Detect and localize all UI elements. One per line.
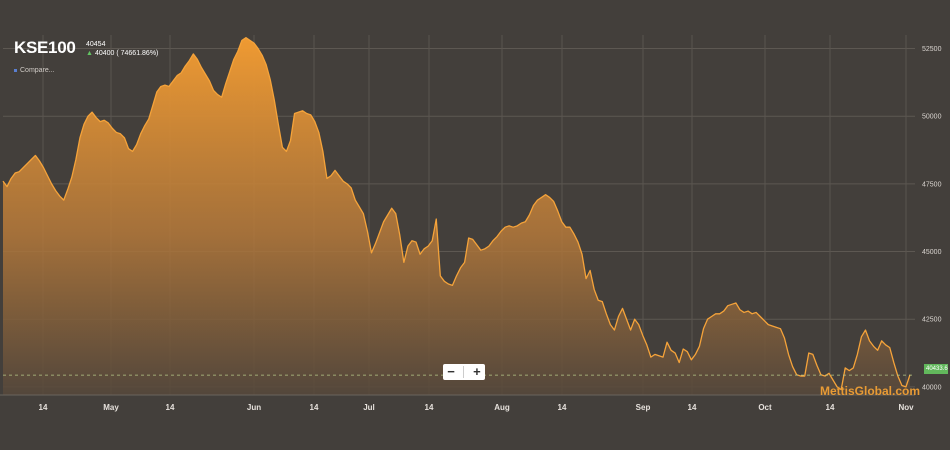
chart-header: KSE100 40454 ▲ 40400 ( 74661.86%) [14,38,158,58]
x-tick-label: Oct [758,403,772,412]
y-axis: 40000 42500 45000 47500 50000 52500 [922,46,942,391]
x-tick-label: Sep [636,403,651,412]
x-tick-label: Nov [898,403,914,412]
y-tick-label: 47500 [922,181,942,188]
zoom-controls: − + [443,364,485,380]
up-arrow-icon: ▲ [86,50,93,57]
y-tick-label: 40000 [922,384,942,391]
x-tick-label: 14 [166,403,175,412]
change-text: 40400 ( 74661.86%) [94,50,159,57]
compare-button[interactable]: Compare... [14,67,55,74]
price-chart: 40000 42500 45000 47500 50000 52500 14 May 14 Ju… [0,35,942,412]
x-axis: 14 May 14 Jun 14 Jul 14 Aug 14 Sep 14 Oct 14 Nov [0,394,915,412]
x-tick-label: 14 [310,403,319,412]
zoom-in-button[interactable]: + [473,364,481,380]
open-value: 40454 [86,41,106,48]
x-tick-label: Jul [363,403,375,412]
last-price-badge: 40433.64 [924,364,948,374]
compare-dot-icon [14,69,17,72]
x-tick-label: May [103,403,119,412]
x-tick-label: 14 [688,403,697,412]
y-tick-label: 52500 [922,46,942,53]
area-fill [3,37,910,396]
x-tick-label: 14 [39,403,48,412]
x-tick-label: 14 [425,403,434,412]
symbol-label: KSE100 [14,38,76,57]
y-tick-label: 50000 [922,114,942,121]
x-tick-label: 14 [558,403,567,412]
chart-area [2,37,915,396]
compare-label: Compare... [20,67,55,74]
change-row: ▲ 40400 ( 74661.86%) [86,49,158,58]
x-tick-label: Jun [247,403,261,412]
quote-box: 40454 ▲ 40400 ( 74661.86%) [86,40,158,58]
x-tick-label: Aug [494,403,510,412]
y-tick-label: 42500 [922,317,942,324]
zoom-out-button[interactable]: − [447,364,455,380]
x-tick-label: 14 [826,403,835,412]
y-tick-label: 45000 [922,249,942,256]
watermark-logo: MettisGlobal.com [820,384,921,398]
zoom-divider [463,366,465,378]
